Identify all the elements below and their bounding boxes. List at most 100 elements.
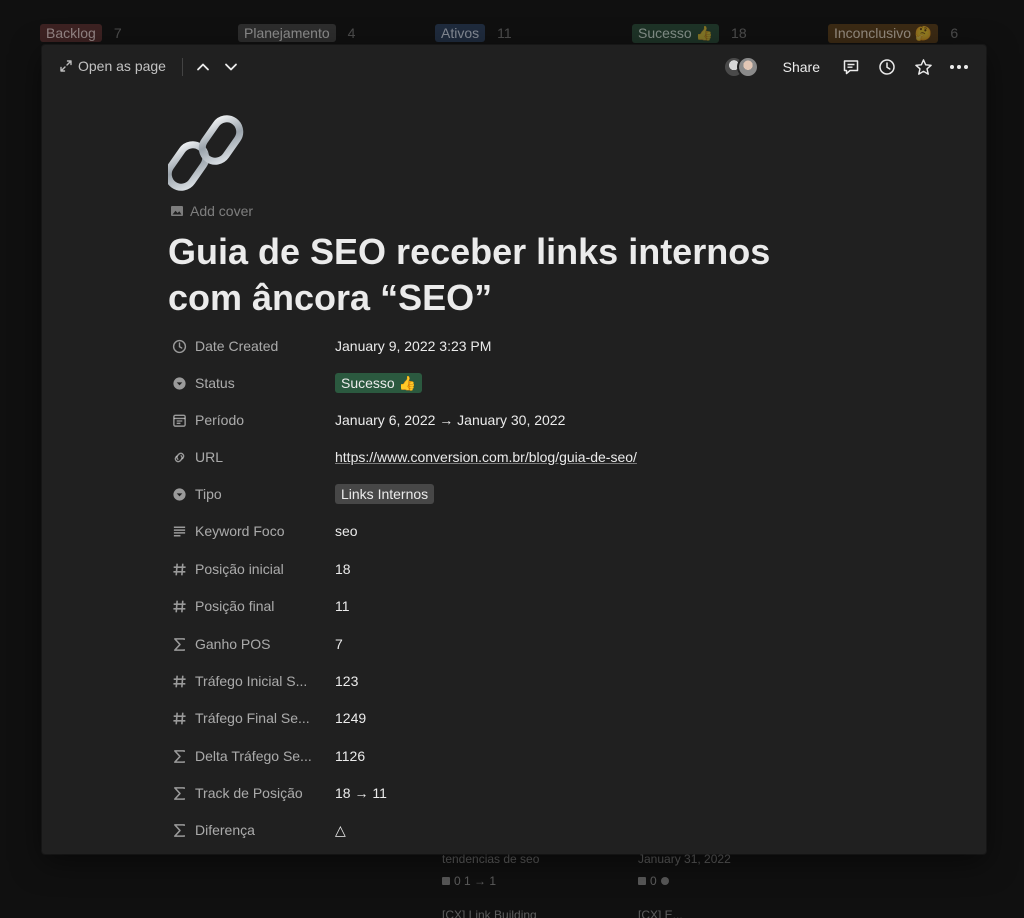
property-value[interactable]: 1126 [335, 748, 365, 764]
column-count: 11 [497, 25, 512, 41]
property-name-label: Tráfego Final Se... [195, 710, 310, 726]
board-card[interactable]: January 31, 2022 0 [638, 852, 731, 888]
column-header-planejamento[interactable]: Planejamento 4 [238, 24, 355, 42]
property-name[interactable]: Tráfego Inicial S... [168, 673, 335, 689]
avatar[interactable] [736, 56, 759, 78]
card-title: tendencias de seo [442, 852, 540, 866]
property-row[interactable]: Tipo Links Internos [168, 479, 868, 509]
property-name[interactable]: Ganho POS [168, 636, 335, 652]
url-link[interactable]: https://www.conversion.com.br/blog/guia-… [335, 449, 637, 465]
formula-icon [171, 636, 187, 652]
board-card[interactable]: [CX] E... [638, 908, 683, 918]
column-header-backlog[interactable]: Backlog 7 [40, 24, 122, 42]
card-title: January 31, 2022 [638, 852, 731, 866]
property-value[interactable]: January 6, 2022 → January 30, 2022 [335, 412, 565, 428]
card-title: [CX] Link Building [442, 908, 537, 918]
property-name-label: Diferença [195, 822, 255, 838]
column-count: 4 [347, 25, 356, 41]
property-row[interactable]: Posição inicial 18 [168, 554, 868, 584]
property-row[interactable]: Tráfego Inicial S... 123 [168, 666, 868, 696]
divider [182, 58, 183, 76]
property-name-label: Posição final [195, 598, 275, 614]
column-count: 6 [950, 25, 959, 41]
property-name-label: URL [195, 449, 224, 465]
page-title[interactable]: Guia de SEO receber links internos com â… [168, 229, 848, 321]
property-name-label: Keyword Foco [195, 523, 285, 539]
board-card[interactable]: tendencias de seo 0 1 → 1 [442, 852, 539, 888]
card-meta: 0 1 → 1 [442, 874, 539, 888]
property-row[interactable]: URL https://www.conversion.com.br/blog/g… [168, 442, 868, 472]
page-peek-modal: Open as page Share Add cover Guia de SEO… [42, 45, 986, 854]
property-row[interactable]: Track de Posição 18 → 11 [168, 778, 868, 808]
property-row[interactable]: Status Sucesso 👍 [168, 368, 868, 398]
property-name[interactable]: Status [168, 375, 335, 391]
property-name[interactable]: Posição final [168, 598, 335, 614]
select-icon [171, 486, 187, 502]
property-row[interactable]: Delta Tráfego Se... 1126 [168, 741, 868, 771]
type-tag[interactable]: Links Internos [335, 484, 435, 504]
page-emoji-button[interactable] [164, 113, 248, 193]
property-name[interactable]: Tráfego Final Se... [168, 710, 335, 726]
more-options-button[interactable] [948, 56, 970, 78]
property-value[interactable]: January 9, 2022 3:23 PM [335, 338, 491, 354]
share-button[interactable]: Share [777, 59, 826, 75]
property-row[interactable]: Período January 6, 2022 → January 30, 20… [168, 405, 868, 435]
property-row[interactable]: Diferença △ [168, 815, 868, 845]
property-row[interactable]: Posição final 11 [168, 591, 868, 621]
open-as-page-label: Open as page [78, 58, 166, 74]
next-page-button[interactable] [220, 56, 242, 78]
previous-page-button[interactable] [192, 56, 214, 78]
property-value[interactable]: △ [335, 822, 346, 839]
column-label: Inconclusivo 🤔 [828, 23, 939, 43]
property-name[interactable]: Delta Tráfego Se... [168, 748, 335, 764]
text-icon [171, 523, 187, 539]
property-name[interactable]: Posição inicial [168, 561, 335, 577]
property-value[interactable]: 18 → 11 [335, 785, 387, 801]
property-value[interactable]: Links Internos [335, 484, 435, 504]
number-icon [171, 673, 187, 689]
property-name-label: Tipo [195, 486, 222, 502]
property-name[interactable]: URL [168, 449, 335, 465]
board-card[interactable]: [CX] Link Building [442, 908, 537, 918]
add-cover-button[interactable]: Add cover [170, 203, 253, 219]
page-content: Add cover Guia de SEO receber links inte… [164, 113, 868, 838]
property-value[interactable]: 11 [335, 598, 350, 614]
collaborator-avatars[interactable] [722, 56, 759, 78]
comments-button[interactable] [840, 56, 862, 78]
property-value[interactable]: Sucesso 👍 [335, 372, 423, 393]
peek-topbar: Open as page Share [42, 45, 986, 89]
property-row[interactable]: Tráfego Final Se... 1249 [168, 703, 868, 733]
property-name[interactable]: Diferença [168, 822, 335, 838]
property-name[interactable]: Keyword Foco [168, 523, 335, 539]
column-count: 7 [113, 25, 122, 41]
property-name-label: Status [195, 375, 235, 391]
column-header-ativos[interactable]: Ativos 11 [435, 24, 512, 42]
favorite-button[interactable] [912, 56, 934, 78]
url-icon [171, 449, 187, 465]
property-row[interactable]: Keyword Foco seo [168, 516, 868, 546]
property-value[interactable]: 1249 [335, 710, 366, 726]
column-header-inconclusivo[interactable]: Inconclusivo 🤔 6 [828, 23, 959, 43]
property-value[interactable]: 123 [335, 673, 358, 689]
property-row[interactable]: Date Created January 9, 2022 3:23 PM [168, 331, 868, 361]
property-name[interactable]: Tipo [168, 486, 335, 502]
property-name[interactable]: Date Created [168, 338, 335, 354]
column-header-sucesso[interactable]: Sucesso 👍 18 [632, 23, 747, 43]
updates-button[interactable] [876, 56, 898, 78]
column-label: Planejamento [238, 24, 336, 42]
property-name-label: Delta Tráfego Se... [195, 748, 312, 764]
open-as-page-button[interactable]: Open as page [60, 58, 166, 74]
property-value[interactable]: 7 [335, 636, 343, 652]
property-value[interactable]: seo [335, 523, 358, 539]
property-row[interactable]: Ganho POS 7 [168, 629, 868, 659]
property-name-label: Ganho POS [195, 636, 271, 652]
property-name[interactable]: Track de Posição [168, 785, 335, 801]
clock-icon [171, 338, 187, 354]
property-name[interactable]: Período [168, 412, 335, 428]
formula-icon [171, 748, 187, 764]
chevron-up-icon [197, 63, 209, 71]
comment-icon [843, 60, 859, 75]
column-label: Sucesso 👍 [632, 23, 720, 43]
status-badge[interactable]: Sucesso 👍 [335, 372, 423, 393]
property-value[interactable]: 18 [335, 561, 351, 577]
